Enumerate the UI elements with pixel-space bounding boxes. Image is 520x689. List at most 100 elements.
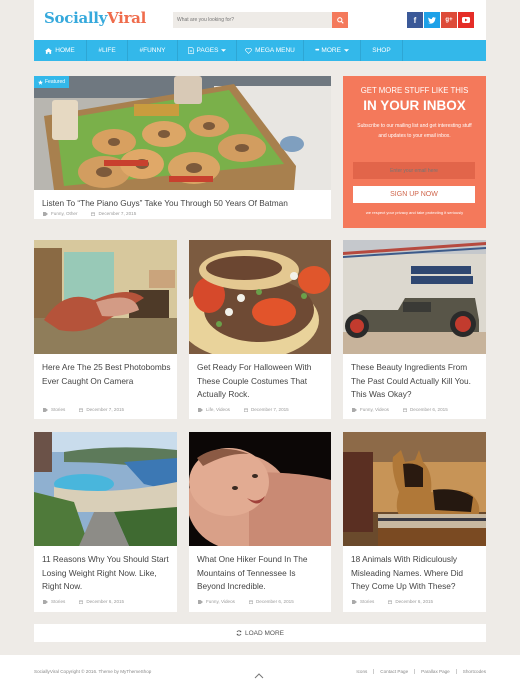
post-categories[interactable]: Funny, Videos	[360, 407, 389, 412]
privacy-note: we respect your privacy and take protect…	[365, 210, 464, 215]
post-card[interactable]: These Beauty Ingredients From The Past C…	[343, 240, 486, 419]
footer-link-parallax-page[interactable]: Parallax Page	[414, 669, 456, 674]
post-date: December 6, 2015	[86, 599, 125, 604]
post-image[interactable]	[34, 240, 177, 354]
site-header: SociallyViral f g+	[34, 0, 486, 40]
post-card[interactable]: 18 Animals With Ridiculously Misleading …	[343, 432, 486, 612]
post-date: December 7, 2015	[250, 407, 289, 412]
sign-up-button[interactable]: SIGN UP NOW	[353, 186, 475, 203]
post-card[interactable]: What One Hiker Found In The Mountains of…	[189, 432, 331, 612]
home-icon	[45, 47, 53, 54]
logo-text-viral: Viral	[107, 9, 147, 27]
post-title[interactable]: 18 Animals With Ridiculously Misleading …	[351, 553, 480, 594]
site-footer: SociallyViral Copyright © 2016. Theme by…	[0, 655, 520, 689]
footer-link-icons[interactable]: Icons	[350, 669, 373, 674]
post-card[interactable]: Get Ready For Halloween With These Coupl…	[189, 240, 331, 419]
calendar-icon	[248, 600, 253, 604]
youtube-button[interactable]	[458, 12, 474, 28]
footer-link-contact-page[interactable]: Contact Page	[373, 669, 414, 674]
social-links: f g+	[407, 12, 474, 28]
featured-badge-label: Featured	[45, 79, 66, 85]
featured-post-image[interactable]: Featured	[34, 76, 331, 190]
nav-label: #LIFE	[98, 47, 116, 54]
tag-icon	[43, 407, 48, 412]
post-categories[interactable]: Stories	[51, 599, 65, 604]
post-title[interactable]: Here Are The 25 Best Photobombs Ever Cau…	[42, 361, 171, 388]
logo-text-socially: Socially	[44, 9, 108, 27]
post-meta: Stories December 6, 2015	[352, 599, 433, 604]
post-categories[interactable]: Stories	[360, 599, 374, 604]
post-categories[interactable]: Funny, Videos	[206, 599, 235, 604]
post-meta: Funny, Videos December 6, 2015	[352, 407, 448, 412]
post-categories[interactable]: Funny, Other	[51, 211, 77, 216]
nav-item-more[interactable]: ••• MORE	[304, 40, 361, 61]
back-to-top-button[interactable]	[254, 666, 264, 684]
post-image[interactable]	[343, 432, 486, 546]
google-plus-button[interactable]: g+	[441, 12, 457, 28]
load-more-button[interactable]: LOAD MORE	[34, 624, 486, 642]
post-title[interactable]: 11 Reasons Why You Should Start Losing W…	[42, 553, 171, 594]
main-navigation: HOME #LIFE #FUNNY PAGES MEGA MENU ••• MO…	[34, 40, 486, 61]
nav-label: HOME	[55, 47, 75, 54]
nav-label: PAGES	[196, 47, 219, 54]
post-meta: Funny, Other December 7, 2015	[43, 211, 136, 216]
post-meta: Stories December 6, 2015	[43, 599, 124, 604]
nav-item-mega-menu[interactable]: MEGA MENU	[237, 40, 304, 61]
chevron-up-icon	[254, 673, 264, 679]
caret-down-icon	[343, 49, 349, 52]
post-card[interactable]: Here Are The 25 Best Photobombs Ever Cau…	[34, 240, 177, 419]
signup-heading-line1: GET MORE STUFF LIKE THIS	[360, 86, 469, 95]
copyright-text: SociallyViral Copyright © 2016. Theme by…	[34, 669, 152, 674]
featured-badge: Featured	[34, 76, 70, 88]
post-categories[interactable]: Life, Videos	[206, 407, 230, 412]
caret-down-icon	[221, 49, 227, 52]
facebook-icon: f	[413, 15, 417, 25]
site-logo[interactable]: SociallyViral	[44, 9, 146, 27]
post-date: December 7, 2015	[86, 407, 125, 412]
refresh-icon	[236, 630, 242, 636]
search-button[interactable]	[332, 12, 348, 28]
nav-label: #FUNNY	[139, 47, 166, 54]
tag-icon	[352, 599, 357, 604]
post-image[interactable]	[189, 240, 331, 354]
search-icon	[336, 16, 344, 24]
nav-item-shop[interactable]: SHOP	[361, 40, 403, 61]
nav-item-home[interactable]: HOME	[34, 40, 87, 61]
post-image[interactable]	[34, 432, 177, 546]
calendar-icon	[79, 600, 84, 604]
signup-heading-line2: IN YOUR INBOX	[363, 98, 466, 113]
footer-link-shortcodes[interactable]: Shortcodes	[455, 669, 486, 674]
star-icon	[38, 79, 43, 85]
footer-links: Icons Contact Page Parallax Page Shortco…	[350, 669, 486, 674]
nav-item-funny[interactable]: #FUNNY	[128, 40, 178, 61]
tag-icon	[198, 407, 203, 412]
nav-label: MEGA MENU	[255, 47, 295, 54]
post-categories[interactable]: Stories	[51, 407, 65, 412]
post-title[interactable]: Get Ready For Halloween With These Coupl…	[197, 361, 325, 402]
facebook-button[interactable]: f	[407, 12, 423, 28]
post-card[interactable]: 11 Reasons Why You Should Start Losing W…	[34, 432, 177, 612]
post-image[interactable]	[343, 240, 486, 354]
twitter-icon	[428, 16, 436, 24]
tag-icon	[352, 407, 357, 412]
post-title[interactable]: What One Hiker Found In The Mountains of…	[197, 553, 325, 594]
post-date: December 6, 2015	[255, 599, 294, 604]
calendar-icon	[402, 408, 407, 412]
featured-post-title[interactable]: Listen To “The Piano Guys” Take You Thro…	[42, 197, 325, 211]
post-date: December 6, 2015	[395, 599, 434, 604]
nav-label: SHOP	[372, 47, 391, 54]
post-meta: Stories December 7, 2015	[43, 407, 124, 412]
youtube-icon	[462, 17, 470, 23]
twitter-button[interactable]	[424, 12, 440, 28]
newsletter-signup-widget: GET MORE STUFF LIKE THIS IN YOUR INBOX S…	[343, 76, 486, 228]
post-title[interactable]: These Beauty Ingredients From The Past C…	[351, 361, 480, 402]
featured-post-card[interactable]: Featured Listen To “The Piano Guys” Take…	[34, 76, 331, 219]
nav-item-pages[interactable]: PAGES	[178, 40, 237, 61]
signup-description: Subscribe to our mailing list and get in…	[357, 123, 472, 139]
search-input[interactable]	[173, 12, 332, 28]
post-image[interactable]	[189, 432, 331, 546]
email-input[interactable]	[353, 162, 475, 179]
calendar-icon	[91, 212, 96, 216]
nav-item-life[interactable]: #LIFE	[87, 40, 128, 61]
calendar-icon	[79, 408, 84, 412]
